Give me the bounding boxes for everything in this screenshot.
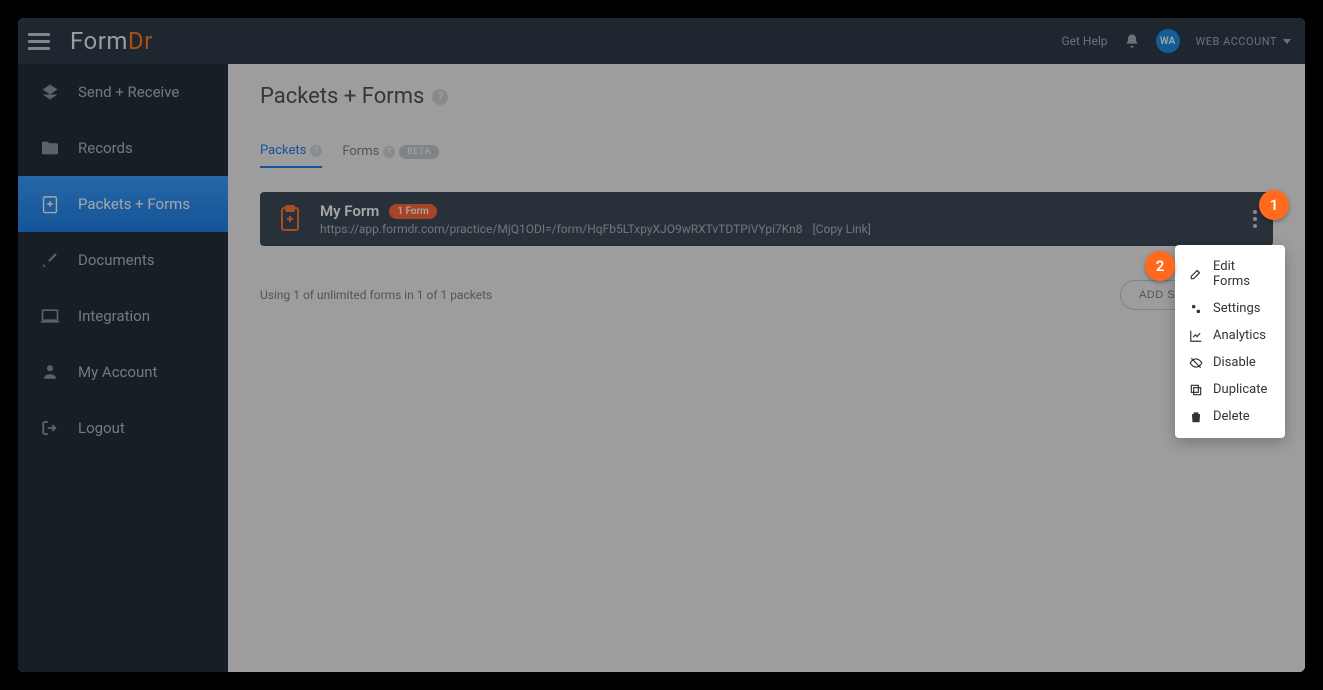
user-icon	[40, 363, 60, 381]
sidebar-item-label: Documents	[78, 251, 155, 269]
tab-packets[interactable]: Packets ?	[260, 143, 322, 168]
tabs: Packets ? Forms ? BETA	[260, 143, 1273, 168]
help-icon[interactable]: ?	[383, 146, 395, 158]
sidebar-item-documents[interactable]: Documents	[18, 232, 228, 288]
sidebar-item-records[interactable]: Records	[18, 120, 228, 176]
sidebar-item-label: Records	[78, 139, 133, 157]
packet-icon	[40, 194, 60, 214]
packet-card[interactable]: My Form 1 Form https://app.formdr.com/pr…	[260, 192, 1273, 246]
usage-text: Using 1 of unlimited forms in 1 of 1 pac…	[260, 288, 492, 302]
avatar[interactable]: WA	[1156, 29, 1180, 53]
sidebar-item-label: Integration	[78, 307, 150, 325]
sidebar-item-label: Logout	[78, 419, 125, 437]
menu-item-duplicate[interactable]: Duplicate	[1175, 376, 1285, 403]
send-receive-icon	[40, 82, 60, 102]
chevron-down-icon	[1283, 39, 1291, 44]
get-help-link[interactable]: Get Help	[1061, 34, 1107, 48]
tab-forms[interactable]: Forms ? BETA	[342, 144, 439, 167]
sidebar-item-label: Send + Receive	[78, 83, 179, 101]
copy-icon	[1189, 383, 1203, 397]
packet-title: My Form	[320, 202, 379, 220]
sidebar-item-send-receive[interactable]: Send + Receive	[18, 64, 228, 120]
laptop-icon	[40, 308, 60, 324]
menu-item-edit-forms[interactable]: Edit Forms	[1175, 253, 1285, 295]
help-icon[interactable]: ?	[432, 89, 448, 105]
sidebar-item-logout[interactable]: Logout	[18, 400, 228, 456]
topbar: FormDr Get Help WA WEB ACCOUNT	[18, 18, 1305, 64]
sidebar-item-packets-forms[interactable]: Packets + Forms	[18, 176, 228, 232]
chart-icon	[1189, 329, 1203, 343]
menu-item-settings[interactable]: Settings	[1175, 295, 1285, 322]
main-content: Packets + Forms ? Packets ? Forms ? BETA	[228, 64, 1305, 672]
app-logo[interactable]: FormDr	[70, 27, 153, 55]
page-title: Packets + Forms ?	[260, 84, 1273, 109]
sidebar: Send + Receive Records Packets + Forms D…	[18, 64, 228, 672]
trash-icon	[1189, 410, 1203, 424]
menu-item-disable[interactable]: Disable	[1175, 349, 1285, 376]
folder-icon	[40, 140, 60, 156]
logo-main: Form	[70, 27, 128, 55]
annotation-1: 1	[1259, 190, 1289, 220]
account-menu[interactable]: WEB ACCOUNT	[1196, 35, 1292, 48]
packet-actions-menu: Edit Forms Settings Analytics Disable Du…	[1175, 245, 1285, 438]
help-icon[interactable]: ?	[310, 145, 322, 157]
logout-icon	[40, 419, 60, 437]
sidebar-item-label: My Account	[78, 363, 157, 381]
annotation-2: 2	[1145, 251, 1175, 281]
clipboard-icon	[278, 205, 302, 233]
gear-icon	[1189, 302, 1203, 316]
sidebar-item-integration[interactable]: Integration	[18, 288, 228, 344]
sidebar-item-my-account[interactable]: My Account	[18, 344, 228, 400]
beta-badge: BETA	[399, 145, 439, 159]
menu-item-analytics[interactable]: Analytics	[1175, 322, 1285, 349]
more-options-icon[interactable]	[1253, 210, 1259, 228]
logo-accent: Dr	[128, 27, 153, 55]
bell-icon[interactable]	[1124, 33, 1140, 49]
document-edit-icon	[40, 251, 60, 269]
menu-item-delete[interactable]: Delete	[1175, 403, 1285, 430]
menu-toggle-icon[interactable]	[28, 30, 50, 52]
account-label: WEB ACCOUNT	[1196, 35, 1278, 48]
sidebar-item-label: Packets + Forms	[78, 195, 190, 213]
copy-link[interactable]: [Copy Link]	[813, 222, 871, 236]
form-count-badge: 1 Form	[389, 204, 437, 219]
edit-icon	[1189, 267, 1203, 281]
packet-url: https://app.formdr.com/practice/MjQ1ODI=…	[320, 222, 803, 236]
eye-off-icon	[1189, 356, 1203, 370]
